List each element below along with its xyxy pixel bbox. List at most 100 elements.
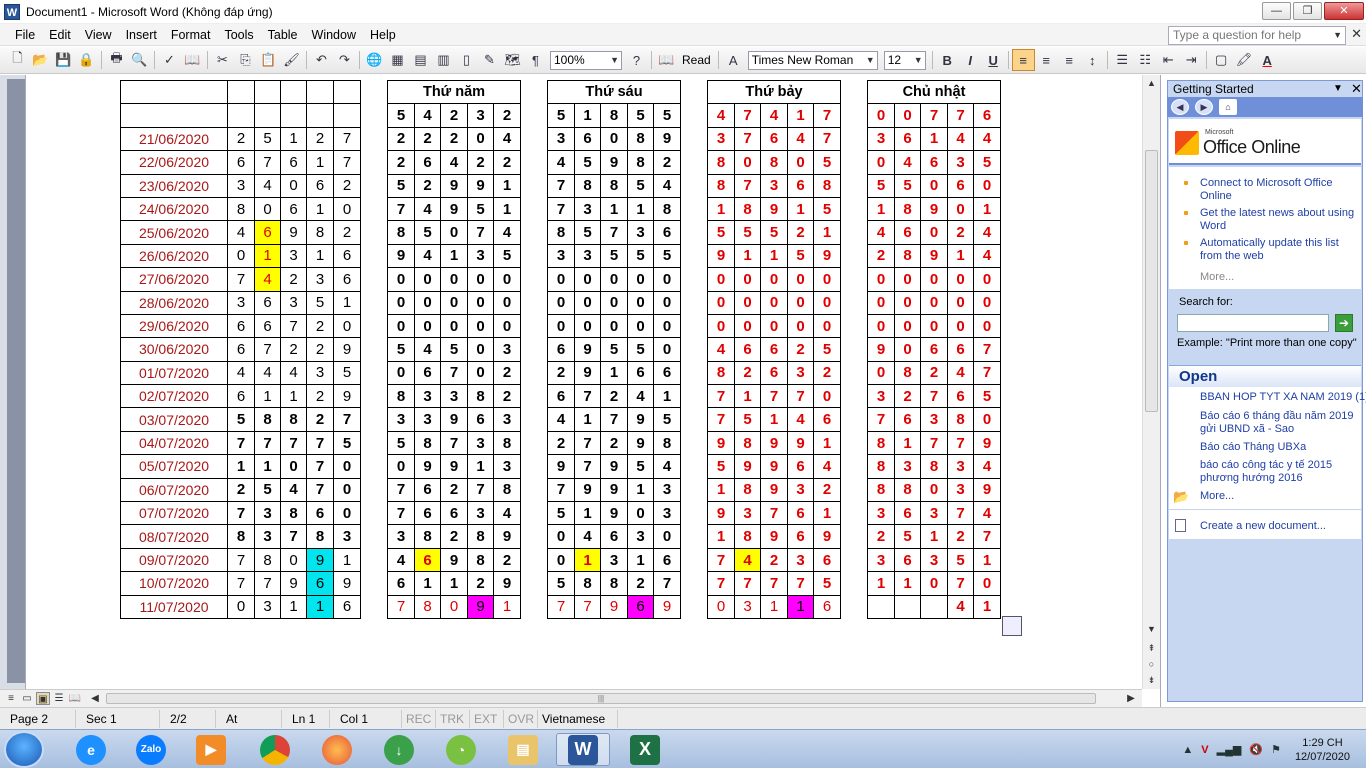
styles-icon[interactable]: A — [722, 49, 745, 71]
bullets-icon[interactable]: ☷ — [1134, 49, 1157, 71]
close-button[interactable]: ✕ — [1324, 2, 1364, 20]
print-icon[interactable]: 🖶 — [105, 49, 128, 71]
horizontal-scrollbar[interactable]: ≡ ▭ ▣ ☰ 📖 ◀ ||| ▶ — [0, 689, 1142, 707]
open-file-item[interactable]: Báo cáo 6 tháng đầu năm 2019 gửi UBND xã… — [1200, 410, 1360, 436]
web-view-icon[interactable]: ▭ — [20, 692, 34, 705]
browse-object-icon[interactable]: ○ — [1143, 656, 1160, 672]
create-new-document-link[interactable]: Create a new document... — [1200, 520, 1326, 532]
copy-icon[interactable]: ⎘ — [234, 49, 257, 71]
hyperlink-icon[interactable]: 🌐 — [363, 49, 386, 71]
taskbar-idm[interactable]: ↓ — [372, 733, 426, 766]
font-select[interactable]: Times New Roman ▼ — [747, 50, 878, 70]
back-icon[interactable]: ◀ — [1171, 99, 1189, 115]
align-center-icon[interactable]: ≡ — [1035, 49, 1058, 71]
format-painter-icon[interactable]: 🖌 — [280, 49, 303, 71]
show-hide-icon[interactable]: ¶ — [524, 49, 547, 71]
flag-icon[interactable]: ⚑ — [1267, 743, 1285, 756]
status-ext[interactable]: EXT — [470, 709, 504, 728]
volume-icon[interactable]: 🔇 — [1245, 743, 1267, 756]
taskbar-ie[interactable]: e — [64, 733, 118, 766]
link-latest-news[interactable]: Get the latest news about using Word — [1200, 207, 1360, 233]
read-button[interactable]: Read — [678, 53, 715, 67]
menu-table[interactable]: Table — [261, 25, 305, 45]
antivirus-icon[interactable]: V — [1197, 744, 1212, 756]
insert-excel-icon[interactable]: ▥ — [432, 49, 455, 71]
print-layout-icon[interactable]: ▣ — [36, 692, 50, 705]
taskbar-word[interactable]: W — [556, 733, 610, 766]
open-file-item[interactable]: BBAN HOP TYT XA NAM 2019 (1) — [1200, 391, 1366, 404]
increase-indent-icon[interactable]: ⇥ — [1180, 49, 1203, 71]
vertical-scrollbar[interactable]: ▲ ▼ ⇞ ○ ⇟ — [1142, 75, 1160, 689]
scroll-up-icon[interactable]: ▲ — [1143, 75, 1160, 91]
status-rec[interactable]: REC — [402, 709, 436, 728]
more-link[interactable]: More... — [1200, 271, 1234, 283]
permission-icon[interactable]: 🔒 — [75, 49, 98, 71]
open-folder-icon[interactable]: 📂 — [29, 49, 52, 71]
search-go-icon[interactable]: ➔ — [1335, 314, 1353, 332]
scroll-left-icon[interactable]: ◀ — [88, 692, 102, 705]
borders-icon[interactable]: ▢ — [1210, 49, 1233, 71]
maximize-button[interactable]: ❐ — [1293, 2, 1322, 20]
scroll-track[interactable]: ||| — [106, 693, 1096, 704]
zoom-select[interactable]: 100% ▼ — [550, 50, 622, 70]
align-left-icon[interactable]: ≡ — [1011, 49, 1035, 71]
menu-format[interactable]: Format — [164, 25, 218, 45]
columns-icon[interactable]: ▯ — [455, 49, 478, 71]
drawing-icon[interactable]: ✎ — [478, 49, 501, 71]
menu-tools[interactable]: Tools — [217, 25, 260, 45]
status-ovr[interactable]: OVR — [504, 709, 538, 728]
outline-view-icon[interactable]: ☰ — [52, 692, 66, 705]
document-map-icon[interactable]: 🗺 — [501, 49, 524, 71]
menu-window[interactable]: Window — [305, 25, 363, 45]
undo-icon[interactable]: ↶ — [310, 49, 333, 71]
show-hidden-icon[interactable]: ▲ — [1178, 744, 1197, 756]
link-auto-update[interactable]: Automatically update this list from the … — [1200, 237, 1350, 263]
close-pane-icon[interactable]: ✕ — [1351, 81, 1362, 97]
tables-borders-icon[interactable]: ▦ — [386, 49, 409, 71]
normal-view-icon[interactable]: ≡ — [4, 692, 18, 705]
open-file-item[interactable]: báo cáo công tác y tế 2015 phương hướng … — [1200, 459, 1360, 485]
next-page-icon[interactable]: ⇟ — [1143, 672, 1160, 688]
network-icon[interactable]: ▂▄▆ — [1213, 743, 1246, 756]
font-size-select[interactable]: 12 ▼ — [883, 50, 926, 70]
help-icon[interactable]: ? — [625, 49, 648, 71]
taskbar-explorer[interactable]: ▤ — [496, 733, 550, 766]
forward-icon[interactable]: ▶ — [1195, 99, 1213, 115]
scroll-right-icon[interactable]: ▶ — [1124, 692, 1138, 705]
document-area[interactable]: Thứ năm Thứ sáu Thứ bảy Chủ nhật 5 4 2 3 2 5 1 8 5 5 4… — [26, 75, 1142, 689]
close-document-icon[interactable]: ✕ — [1351, 26, 1362, 42]
print-preview-icon[interactable]: 🔍 — [128, 49, 151, 71]
bold-button[interactable]: B — [936, 49, 959, 71]
underline-button[interactable]: U — [982, 49, 1005, 71]
font-color-icon[interactable]: A — [1256, 49, 1279, 71]
scroll-thumb[interactable] — [1145, 150, 1158, 412]
align-right-icon[interactable]: ≡ — [1058, 49, 1081, 71]
redo-icon[interactable]: ↷ — [333, 49, 356, 71]
home-icon[interactable]: ⌂ — [1219, 99, 1237, 115]
taskbar-firefox[interactable] — [310, 733, 364, 766]
clock[interactable]: 1:29 CH 12/07/2020 — [1285, 736, 1366, 764]
italic-button[interactable]: I — [959, 49, 982, 71]
numbering-icon[interactable]: ☰ — [1111, 49, 1134, 71]
menu-insert[interactable]: Insert — [119, 25, 164, 45]
chevron-down-icon[interactable]: ▼ — [1333, 83, 1343, 94]
search-input[interactable] — [1177, 314, 1329, 332]
status-trk[interactable]: TRK — [436, 709, 470, 728]
menu-file[interactable]: File — [8, 25, 42, 45]
link-connect[interactable]: Connect to Microsoft Office Online — [1200, 177, 1350, 203]
taskbar-chrome[interactable] — [248, 733, 302, 766]
menu-help[interactable]: Help — [363, 25, 403, 45]
insert-table-icon[interactable]: ▤ — [409, 49, 432, 71]
new-document-icon[interactable]: 🗋 — [6, 49, 29, 71]
taskbar-media[interactable]: ▶ — [184, 733, 238, 766]
minimize-button[interactable]: — — [1262, 2, 1291, 20]
cut-icon[interactable]: ✂ — [211, 49, 234, 71]
open-file-item[interactable]: Báo cáo Tháng UBXa — [1200, 441, 1360, 454]
reading-view-icon[interactable]: 📖 — [68, 692, 82, 705]
spelling-icon[interactable]: ✓ — [158, 49, 181, 71]
start-button[interactable] — [4, 731, 44, 768]
menu-view[interactable]: View — [78, 25, 119, 45]
menu-edit[interactable]: Edit — [42, 25, 78, 45]
research-icon[interactable]: 📖 — [181, 49, 204, 71]
line-spacing-icon[interactable]: ↕ — [1081, 49, 1104, 71]
